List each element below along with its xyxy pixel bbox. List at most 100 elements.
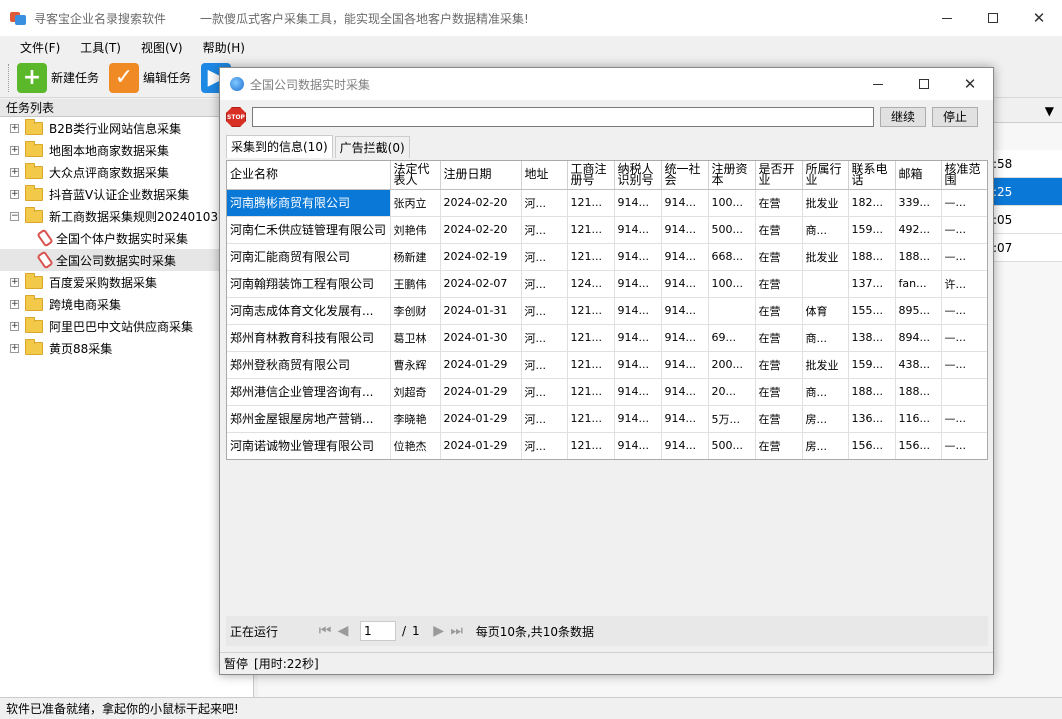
table-cell[interactable]: 郑州金屋银屋房地产营销... (227, 405, 391, 433)
table-cell[interactable]: 438... (895, 351, 942, 379)
table-cell[interactable]: 914... (614, 378, 662, 406)
table-cell[interactable]: —... (941, 297, 987, 325)
table-row[interactable]: 河南仁禾供应链管理有限公司 刘艳伟 2024-02-20 河... 121... 914.… (227, 216, 987, 244)
table-cell[interactable]: 在营 (755, 378, 803, 406)
url-input[interactable] (252, 107, 874, 127)
table-cell[interactable]: 河... (521, 432, 568, 459)
table-cell[interactable]: 郑州港信企业管理咨询有... (227, 378, 391, 406)
table-cell[interactable]: 杨新建 (390, 243, 441, 271)
table-cell[interactable]: 914... (614, 297, 662, 325)
table-cell[interactable]: 在营 (755, 405, 803, 433)
table-cell[interactable]: 5万... (708, 405, 756, 433)
table-cell[interactable]: 156... (895, 432, 942, 459)
table-cell[interactable]: 121... (567, 216, 615, 244)
table-cell[interactable]: 914... (614, 243, 662, 271)
tree-item-dianping[interactable]: + 大众点评商家数据采集 (0, 161, 253, 183)
table-cell[interactable]: 914... (614, 270, 662, 298)
pause-state[interactable]: 暂停 (224, 655, 248, 672)
table-row[interactable]: 郑州金屋银屋房地产营销... 李晓艳 2024-01-29 河... 121... 914… (227, 405, 987, 433)
expand-icon[interactable]: + (10, 343, 19, 353)
menu-file[interactable]: 文件(F) (12, 39, 68, 56)
table-cell[interactable]: —... (941, 351, 987, 379)
table-cell[interactable]: 郑州登秋商贸有限公司 (227, 351, 391, 379)
table-cell[interactable]: 在营 (755, 432, 803, 459)
table-cell[interactable]: 在营 (755, 351, 803, 379)
new-task-button[interactable]: + 新建任务 (17, 62, 99, 93)
table-cell[interactable]: 许... (941, 270, 987, 298)
column-header[interactable]: 企业名称 (227, 161, 391, 190)
table-cell[interactable]: 商... (802, 378, 849, 406)
table-cell[interactable]: 100... (708, 189, 756, 217)
table-cell[interactable]: 914... (614, 405, 662, 433)
table-cell[interactable]: —... (941, 324, 987, 352)
table-cell[interactable]: 914... (614, 189, 662, 217)
dialog-minimize-button[interactable] (855, 68, 901, 100)
table-cell[interactable]: 500... (708, 432, 756, 459)
edit-task-button[interactable]: ✓ 编辑任务 (109, 62, 191, 93)
column-header[interactable]: 地址 (521, 161, 568, 190)
table-cell[interactable]: 914... (661, 216, 709, 244)
column-header[interactable]: 所属行业 (802, 161, 849, 190)
table-cell[interactable]: 王鹏伟 (390, 270, 441, 298)
table-cell[interactable]: 批发业 (802, 243, 849, 271)
tree-item-gongshang[interactable]: − 新工商数据采集规则20240103 (0, 205, 253, 227)
table-cell[interactable] (941, 378, 987, 406)
tree-item-huangye88[interactable]: + 黄页88采集 (0, 337, 253, 359)
table-cell[interactable]: 155... (848, 297, 896, 325)
table-cell[interactable] (802, 270, 849, 298)
table-cell[interactable]: 在营 (755, 189, 803, 217)
table-cell[interactable]: 121... (567, 405, 615, 433)
table-cell[interactable]: 刘艳伟 (390, 216, 441, 244)
table-cell[interactable]: —... (941, 216, 987, 244)
table-cell[interactable]: 2024-02-07 (440, 270, 522, 298)
table-cell[interactable]: 188... (895, 378, 942, 406)
tree-item-baidu[interactable]: + 百度爱采购数据采集 (0, 271, 253, 293)
table-cell[interactable]: 河南仁禾供应链管理有限公司 (227, 216, 391, 244)
column-header[interactable]: 统一社会 (661, 161, 709, 190)
table-cell[interactable]: 182... (848, 189, 896, 217)
menu-help[interactable]: 帮助(H) (195, 39, 253, 56)
table-cell[interactable]: 492... (895, 216, 942, 244)
tree-item-company[interactable]: 全国公司数据实时采集 (0, 249, 253, 271)
table-cell[interactable]: 在营 (755, 270, 803, 298)
expand-icon[interactable]: + (10, 123, 19, 133)
table-cell[interactable]: 914... (614, 216, 662, 244)
table-cell[interactable]: 914... (614, 351, 662, 379)
table-cell[interactable]: 批发业 (802, 189, 849, 217)
table-cell[interactable]: 914... (661, 243, 709, 271)
table-row[interactable]: 河南翰翔装饰工程有限公司 王鹏伟 2024-02-07 河... 124... 914..… (227, 270, 987, 298)
column-header[interactable]: 注册资本 (708, 161, 756, 190)
table-cell[interactable]: 刘超奇 (390, 378, 441, 406)
table-cell[interactable]: 房... (802, 405, 849, 433)
table-cell[interactable]: 121... (567, 351, 615, 379)
tree-item-alibaba[interactable]: + 阿里巴巴中文站供应商采集 (0, 315, 253, 337)
table-cell[interactable]: 124... (567, 270, 615, 298)
table-cell[interactable]: 商... (802, 324, 849, 352)
table-cell[interactable]: 在营 (755, 216, 803, 244)
table-row[interactable]: 河南志成体育文化发展有... 李创财 2024-01-31 河... 121... 914… (227, 297, 987, 325)
table-cell[interactable]: 914... (661, 405, 709, 433)
menu-tools[interactable]: 工具(T) (72, 39, 129, 56)
table-cell[interactable]: 河南诺诚物业管理有限公司 (227, 432, 391, 459)
table-cell[interactable]: 在营 (755, 243, 803, 271)
table-cell[interactable]: 位艳杰 (390, 432, 441, 459)
table-cell[interactable]: 121... (567, 378, 615, 406)
table-cell[interactable]: 曹永辉 (390, 351, 441, 379)
table-cell[interactable]: 121... (567, 432, 615, 459)
tree-item-individual[interactable]: 全国个体户数据实时采集 (0, 227, 253, 249)
table-row[interactable]: 郑州登秋商贸有限公司 曹永辉 2024-01-29 河... 121... 914... 9… (227, 351, 987, 379)
table-cell[interactable]: 914... (661, 378, 709, 406)
table-cell[interactable]: 2024-02-19 (440, 243, 522, 271)
stop-button[interactable]: 停止 (932, 107, 979, 127)
table-cell[interactable]: 2024-02-20 (440, 216, 522, 244)
table-cell[interactable]: 137... (848, 270, 896, 298)
table-row[interactable]: 郑州育林教育科技有限公司 葛卫林 2024-01-30 河... 121... 914..… (227, 324, 987, 352)
background-cell[interactable]: :58 (990, 150, 1062, 178)
table-row[interactable]: 郑州港信企业管理咨询有... 刘超奇 2024-01-29 河... 121... 914… (227, 378, 987, 406)
tree-item-b2b[interactable]: + B2B类行业网站信息采集 (0, 117, 253, 139)
table-cell[interactable]: 668... (708, 243, 756, 271)
table-cell[interactable]: 156... (848, 432, 896, 459)
dialog-maximize-button[interactable] (901, 68, 947, 100)
table-cell[interactable]: 体育 (802, 297, 849, 325)
table-cell[interactable]: 159... (848, 351, 896, 379)
